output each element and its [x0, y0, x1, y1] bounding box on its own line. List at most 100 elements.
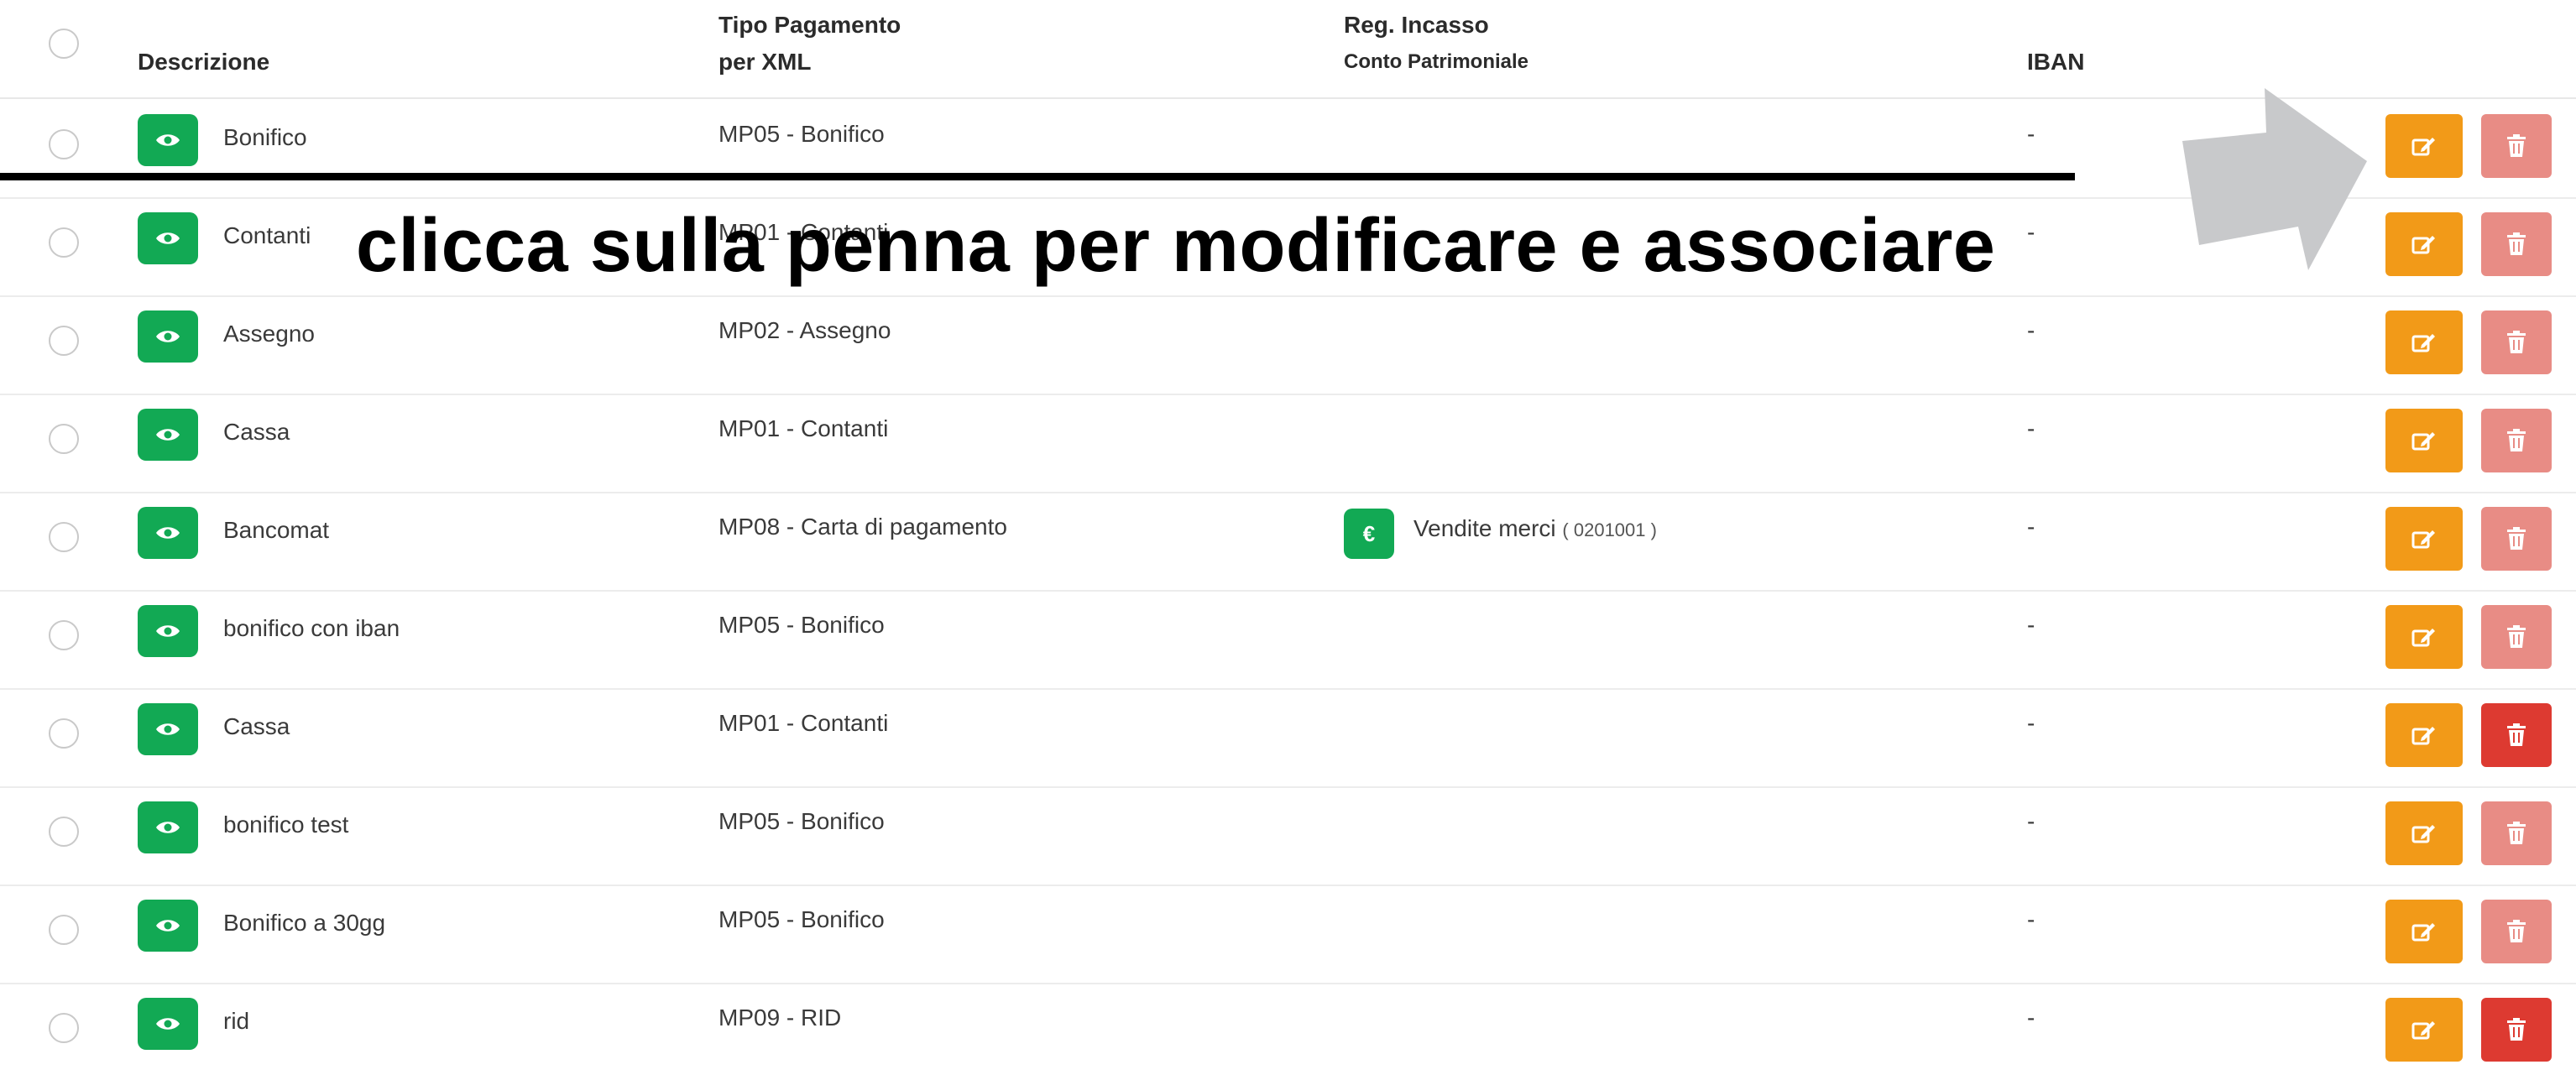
row-select-radio[interactable] — [49, 1013, 79, 1043]
row-select-radio[interactable] — [49, 522, 79, 552]
view-button[interactable] — [138, 801, 198, 853]
eye-icon — [156, 723, 180, 735]
eye-icon — [156, 822, 180, 833]
table-row: Cassa MP01 - Contanti - — [0, 394, 2576, 493]
header-conto-patrimoniale: Conto Patrimoniale — [1344, 50, 1529, 73]
delete-button[interactable] — [2481, 703, 2552, 767]
row-select-radio[interactable] — [49, 326, 79, 356]
row-tipo-pagamento: MP09 - RID — [718, 1005, 842, 1031]
trash-icon — [2507, 822, 2526, 844]
row-tipo-pagamento: MP01 - Contanti — [718, 710, 889, 736]
row-descrizione: rid — [223, 1008, 250, 1034]
header-iban[interactable]: IBAN — [2027, 44, 2084, 81]
row-descrizione: bonifico test — [223, 811, 349, 838]
row-descrizione: Bonifico — [223, 124, 307, 150]
pencil-square-icon — [2411, 236, 2435, 254]
pencil-square-icon — [2411, 138, 2435, 156]
select-all-radio[interactable] — [49, 29, 79, 59]
delete-button[interactable] — [2481, 900, 2552, 963]
edit-button[interactable] — [2385, 212, 2463, 276]
pencil-square-icon — [2411, 727, 2435, 745]
trash-icon — [2507, 527, 2526, 550]
delete-button[interactable] — [2481, 801, 2552, 865]
annotation-underline — [0, 173, 2075, 180]
view-button[interactable] — [138, 114, 198, 166]
row-descrizione: Cassa — [223, 419, 290, 445]
table-row: rid MP09 - RID - — [0, 983, 2576, 1075]
edit-button[interactable] — [2385, 900, 2463, 963]
payment-methods-table: Descrizione Tipo Pagamento per XML Reg. … — [0, 0, 2576, 1075]
pencil-square-icon — [2411, 923, 2435, 942]
edit-button[interactable] — [2385, 114, 2463, 178]
trash-icon — [2507, 331, 2526, 353]
row-descrizione: Bonifico a 30gg — [223, 910, 386, 936]
table-row: Bancomat MP08 - Carta di pagamento € Ven… — [0, 492, 2576, 592]
row-descrizione: Contanti — [223, 222, 311, 248]
edit-button[interactable] — [2385, 703, 2463, 767]
row-tipo-pagamento: MP05 - Bonifico — [718, 906, 885, 932]
pencil-square-icon — [2411, 825, 2435, 843]
edit-button[interactable] — [2385, 507, 2463, 571]
header-tipo-pagamento[interactable]: Tipo Pagamento — [718, 7, 901, 44]
row-select-radio[interactable] — [49, 620, 79, 650]
row-select-radio[interactable] — [49, 129, 79, 159]
row-tipo-pagamento: MP05 - Bonifico — [718, 121, 885, 147]
row-select-radio[interactable] — [49, 227, 79, 258]
header-descrizione[interactable]: Descrizione — [138, 44, 269, 81]
view-button[interactable] — [138, 409, 198, 461]
trash-icon — [2507, 429, 2526, 451]
row-descrizione: bonifico con iban — [223, 615, 400, 641]
delete-button[interactable] — [2481, 409, 2552, 472]
row-select-radio[interactable] — [49, 718, 79, 749]
header-reg-incasso[interactable]: Reg. Incasso — [1344, 7, 1489, 44]
view-button[interactable] — [138, 605, 198, 657]
table-row: Cassa MP01 - Contanti - — [0, 688, 2576, 788]
row-select-radio[interactable] — [49, 817, 79, 847]
table-row: Assegno MP02 - Assegno - — [0, 295, 2576, 395]
row-descrizione: Assegno — [223, 321, 315, 347]
edit-button[interactable] — [2385, 801, 2463, 865]
row-iban: - — [2027, 415, 2035, 441]
delete-button[interactable] — [2481, 605, 2552, 669]
table-row: bonifico con iban MP05 - Bonifico - — [0, 590, 2576, 690]
eye-icon — [156, 134, 180, 146]
row-tipo-pagamento: MP01 - Contanti — [718, 415, 889, 441]
eye-icon — [156, 429, 180, 441]
row-iban: - — [2027, 710, 2035, 736]
row-select-radio[interactable] — [49, 424, 79, 454]
trash-icon — [2507, 232, 2526, 255]
delete-button[interactable] — [2481, 114, 2552, 178]
view-button[interactable] — [138, 998, 198, 1050]
view-button[interactable] — [138, 900, 198, 952]
row-conto: Vendite merci ( 0201001 ) — [1413, 512, 1657, 547]
eye-icon — [156, 527, 180, 539]
pencil-square-icon — [2411, 629, 2435, 647]
pencil-square-icon — [2411, 334, 2435, 352]
view-button[interactable] — [138, 703, 198, 755]
trash-icon — [2507, 625, 2526, 648]
delete-button[interactable] — [2481, 998, 2552, 1062]
euro-icon[interactable]: € — [1344, 509, 1394, 559]
eye-icon — [156, 625, 180, 637]
table-row: bonifico test MP05 - Bonifico - — [0, 786, 2576, 886]
row-tipo-pagamento: MP05 - Bonifico — [718, 612, 885, 638]
delete-button[interactable] — [2481, 310, 2552, 374]
table-row: Bonifico a 30gg MP05 - Bonifico - — [0, 885, 2576, 984]
row-select-radio[interactable] — [49, 915, 79, 945]
row-iban: - — [2027, 1005, 2035, 1031]
edit-button[interactable] — [2385, 310, 2463, 374]
row-iban: - — [2027, 514, 2035, 540]
view-button[interactable] — [138, 212, 198, 264]
edit-button[interactable] — [2385, 409, 2463, 472]
view-button[interactable] — [138, 507, 198, 559]
delete-button[interactable] — [2481, 212, 2552, 276]
delete-button[interactable] — [2481, 507, 2552, 571]
edit-button[interactable] — [2385, 998, 2463, 1062]
pencil-square-icon — [2411, 530, 2435, 549]
row-iban: - — [2027, 808, 2035, 834]
view-button[interactable] — [138, 310, 198, 363]
row-iban: - — [2027, 219, 2035, 245]
row-iban: - — [2027, 612, 2035, 638]
trash-icon — [2507, 1018, 2526, 1041]
edit-button[interactable] — [2385, 605, 2463, 669]
